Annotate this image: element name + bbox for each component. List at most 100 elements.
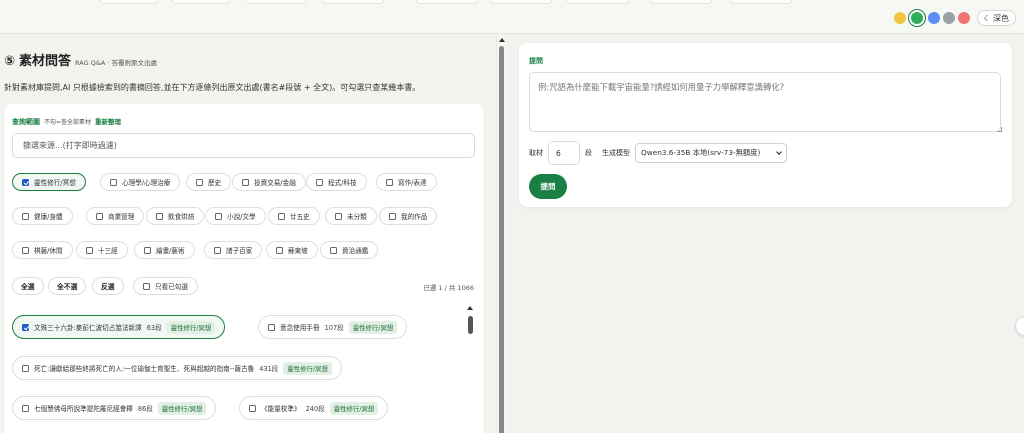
category-chip-label: 資治通鑑: [342, 247, 369, 255]
selection-count: 已選 1 / 共 1066: [423, 284, 474, 292]
category-chip[interactable]: 心理學/心理治療: [100, 173, 181, 191]
source-item[interactable]: 死亡:讓獻給那些終將死亡的人:一位瑜伽士育聖生、死與超越的指南--薩古魯 431段…: [12, 356, 342, 380]
model-select[interactable]: Qwen3.6-35B 本地(srv-73-無額度): [635, 143, 787, 163]
checkbox[interactable]: [215, 212, 222, 220]
left-pane: ⑤ 素材問答 RAG Q&A · 答覆附原文出處 針對素材庫提問,AI 只根據檢…: [0, 34, 496, 433]
question-textarea[interactable]: 例:咒語為什麼能下載宇宙能量?請經如何用量子力學解釋意識轉化?: [529, 72, 1001, 132]
nav-tab-ghost[interactable]: [730, 0, 792, 4]
category-chip[interactable]: 廿五史: [268, 207, 320, 225]
checkbox[interactable]: [330, 246, 337, 254]
source-filter-input[interactable]: 篩選來源...(打字即時過濾): [12, 133, 475, 158]
nav-tab-ghost[interactable]: [416, 0, 478, 4]
category-chip[interactable]: 健康/身體: [12, 207, 73, 225]
section-number: ⑤: [4, 54, 16, 69]
theme-color-green[interactable]: [910, 12, 923, 24]
select-all-button[interactable]: 全選: [12, 277, 44, 295]
checkbox[interactable]: [22, 212, 29, 220]
checkbox[interactable]: [86, 246, 93, 254]
paragraph-count: 431段: [259, 365, 279, 373]
checkbox[interactable]: [316, 178, 323, 186]
checkbox[interactable]: [22, 178, 29, 186]
category-chip[interactable]: 未分類: [325, 207, 377, 225]
category-chip[interactable]: 蘇東坡: [266, 241, 318, 259]
options-row: 取材 6 段 生成模型 Qwen3.6-35B 本地(srv-73-無額度): [529, 141, 787, 165]
category-chip[interactable]: 諸子百家: [204, 241, 263, 259]
checkbox[interactable]: [276, 246, 283, 254]
source-item[interactable]: 《能量校準》 240段 靈性修行/冥想: [239, 396, 389, 420]
checkbox[interactable]: [278, 212, 285, 220]
category-chip[interactable]: 商業管理: [86, 207, 145, 225]
category-chip[interactable]: 棋藝/休閒: [12, 241, 73, 259]
category-chip[interactable]: 我的作品: [379, 207, 438, 225]
reset-link[interactable]: 重新整理: [95, 116, 121, 126]
paragraph-count: 63段: [146, 324, 162, 332]
scope-header: 查詢範圍 不勾=查全部素材 重新整理: [12, 116, 122, 126]
moon-icon: ☾: [983, 13, 991, 23]
checkbox[interactable]: [386, 178, 393, 186]
category-chip[interactable]: 十三經: [76, 241, 128, 259]
take-count-input[interactable]: 6: [548, 141, 580, 165]
source-list-scrollbar[interactable]: [467, 306, 473, 346]
top-toolbar: ☾ 深色: [0, 0, 1024, 34]
category-chip-label: 歷史: [208, 179, 222, 187]
checkbox[interactable]: [96, 212, 103, 220]
left-pane-scrollbar[interactable]: [496, 34, 506, 433]
checkbox[interactable]: [242, 178, 249, 186]
nav-tab-ghost[interactable]: [567, 0, 629, 4]
floating-action-button[interactable]: [1015, 316, 1024, 336]
category-chip-label: 十三經: [98, 247, 118, 255]
category-chip[interactable]: 資治通鑑: [320, 241, 379, 259]
nav-tab-ghost[interactable]: [322, 0, 384, 4]
checkbox[interactable]: [22, 404, 29, 412]
category-chip[interactable]: 靈性修行/冥想: [12, 173, 86, 191]
category-chip-label: 健康/身體: [34, 213, 63, 221]
theme-color-yellow[interactable]: [893, 12, 906, 24]
scrollbar-thumb[interactable]: [499, 46, 504, 433]
category-chip-label: 心理學/心理治療: [122, 179, 171, 187]
resize-handle[interactable]: [997, 127, 1002, 132]
ask-submit-button[interactable]: 提問: [529, 174, 567, 199]
checkbox[interactable]: [22, 364, 29, 372]
checkbox[interactable]: [22, 323, 29, 331]
nav-tab-ghost[interactable]: [100, 0, 158, 4]
category-chip[interactable]: 程式/科技: [306, 173, 367, 191]
checkbox[interactable]: [22, 246, 29, 254]
category-chip[interactable]: 繪畫/藝術: [134, 241, 195, 259]
category-chip[interactable]: 小說/文學: [205, 207, 266, 225]
category-chip[interactable]: 飲食烘焙: [146, 207, 205, 225]
nav-tab-ghost[interactable]: [245, 0, 307, 4]
theme-color-red[interactable]: [957, 12, 970, 24]
category-chip[interactable]: 投資交易/金融: [232, 173, 306, 191]
nav-tab-ghost[interactable]: [172, 0, 230, 4]
nav-tab-ghost[interactable]: [490, 0, 552, 4]
category-chip-label: 廿五史: [290, 213, 310, 221]
theme-color-gray[interactable]: [942, 12, 955, 24]
source-item[interactable]: 意念使用手冊 107段 靈性修行/冥想: [258, 315, 408, 339]
checkbox[interactable]: [144, 246, 151, 254]
paragraph-count: 240段: [305, 405, 325, 413]
category-chip-label: 我的作品: [401, 213, 428, 221]
category-chip-label: 未分類: [347, 213, 367, 221]
checkbox[interactable]: [389, 212, 396, 220]
category-chip[interactable]: 歷史: [186, 173, 232, 191]
only-checked-toggle[interactable]: 只看已勾選: [133, 277, 198, 295]
theme-color-blue[interactable]: [927, 12, 940, 24]
ask-card: 提問 例:咒語為什麼能下載宇宙能量?請經如何用量子力學解釋意識轉化? 取材 6 …: [519, 43, 1012, 207]
source-item[interactable]: 七個慧佛母所說準提陀羅尼經會釋 86段 靈性修行/冥想: [12, 396, 217, 420]
page-subtitle: RAG Q&A · 答覆附原文出處: [75, 59, 158, 67]
paragraph-count: 107段: [324, 324, 344, 332]
category-chip[interactable]: 寫作/表達: [376, 173, 437, 191]
dark-mode-button[interactable]: ☾ 深色: [976, 10, 1016, 26]
checkbox[interactable]: [268, 323, 275, 331]
checkbox[interactable]: [335, 212, 342, 220]
checkbox[interactable]: [214, 246, 221, 254]
invert-selection-button[interactable]: 反選: [92, 277, 124, 295]
checkbox[interactable]: [196, 178, 203, 186]
checkbox[interactable]: [249, 404, 256, 412]
nav-tab-ghost[interactable]: [650, 0, 712, 4]
checkbox[interactable]: [110, 178, 117, 186]
checkbox[interactable]: [143, 282, 150, 290]
checkbox[interactable]: [156, 212, 163, 220]
select-none-button[interactable]: 全不選: [48, 277, 87, 295]
source-item[interactable]: 文殊三十六卦:麥彭仁波切占筮法新譯 63段 靈性修行/冥想: [12, 315, 226, 339]
